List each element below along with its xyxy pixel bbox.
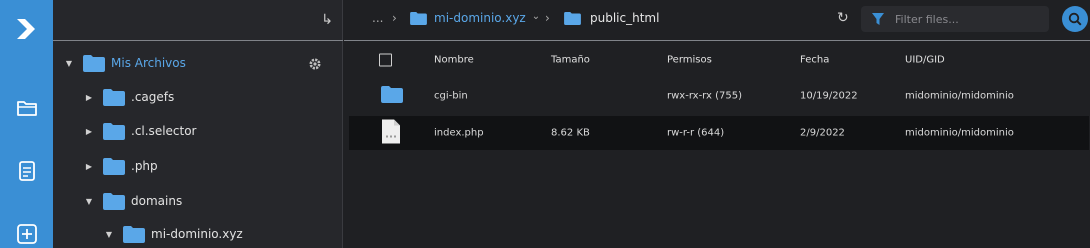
tree-node-php[interactable]: ▶ .php: [83, 153, 158, 179]
search-button[interactable]: [1062, 6, 1088, 32]
folder-icon: [103, 192, 125, 210]
folder-icon: [381, 86, 403, 106]
tree-node-cl-selector[interactable]: ▶ .cl.selector: [83, 118, 197, 144]
caret-right-icon[interactable]: ▶: [83, 93, 95, 102]
search-icon: [1068, 12, 1082, 26]
tree-node-cagefs[interactable]: ▶ .cagefs: [83, 84, 174, 110]
caret-down-icon[interactable]: ▼: [103, 230, 115, 239]
gear-icon[interactable]: [308, 56, 322, 75]
folder-icon: [410, 11, 427, 25]
table-header: Nombre Tamaño Permisos Fecha UID/GID: [349, 44, 1089, 76]
file-icon: [381, 119, 401, 148]
folder-icon: [564, 11, 581, 25]
caret-right-icon[interactable]: ▶: [83, 162, 95, 171]
tree-node-label: Mis Archivos: [111, 56, 186, 70]
tree-toolbar: ↳: [53, 0, 343, 41]
breadcrumb-domain[interactable]: mi-dominio.xyz ⌄: [410, 11, 540, 25]
file-date: 2/9/2022: [800, 127, 845, 139]
tree-node-label: .cl.selector: [131, 124, 197, 138]
chevron-down-icon[interactable]: ⌄: [532, 11, 540, 22]
column-uid-gid[interactable]: UID/GID: [905, 55, 945, 66]
tree-node-mi-dominio[interactable]: ▼ mi-dominio.xyz: [103, 221, 243, 247]
tree-node-label: .php: [131, 159, 158, 173]
breadcrumb: ... › mi-dominio.xyz ⌄ › public_html ↻: [344, 0, 1090, 41]
caret-down-icon[interactable]: ▼: [83, 197, 95, 206]
tree-node-root[interactable]: ▼ Mis Archivos: [63, 50, 186, 76]
app-rail: [0, 0, 53, 248]
folder-icon: [83, 54, 105, 72]
caret-right-icon[interactable]: ▶: [83, 127, 95, 136]
go-up-icon[interactable]: ↳: [321, 12, 333, 28]
folder-icon[interactable]: [0, 98, 53, 118]
folder-icon: [103, 88, 125, 106]
file-name: cgi-bin: [434, 90, 468, 102]
breadcrumb-current-label: public_html: [590, 11, 660, 25]
folder-icon: [123, 225, 145, 243]
file-owner: midominio/midominio: [905, 90, 1014, 102]
folder-tree-panel: ↳ ▼ Mis Archivos ▶ .cagefs ▶ .cl.selecto…: [53, 0, 343, 248]
folder-icon: [103, 157, 125, 175]
tree-node-label: .cagefs: [131, 90, 175, 104]
chevron-right-icon: ›: [545, 11, 550, 25]
table-row[interactable]: cgi-bin rwx-rx-rx (755) 10/19/2022 midom…: [349, 79, 1089, 113]
column-size[interactable]: Tamaño: [551, 55, 590, 66]
filter-icon[interactable]: [871, 12, 885, 26]
refresh-icon[interactable]: ↻: [837, 10, 849, 26]
file-permissions: rwx-rx-rx (755): [667, 90, 743, 102]
tree-node-label: mi-dominio.xyz: [151, 227, 243, 241]
column-name[interactable]: Nombre: [434, 55, 474, 66]
breadcrumb-ellipsis[interactable]: ...: [372, 11, 383, 25]
logo-icon[interactable]: [0, 16, 53, 42]
file-date: 10/19/2022: [800, 90, 858, 102]
column-permissions[interactable]: Permisos: [667, 55, 712, 66]
breadcrumb-current: public_html: [564, 11, 659, 25]
folder-icon: [103, 122, 125, 140]
filter-input[interactable]: [895, 12, 1035, 26]
breadcrumb-domain-label: mi-dominio.xyz: [434, 11, 526, 25]
file-size: 8.62 KB: [551, 127, 590, 139]
tree-node-label: domains: [131, 194, 183, 208]
chevron-right-icon: ›: [392, 11, 397, 25]
tree-node-domains[interactable]: ▼ domains: [83, 188, 182, 214]
file-name: index.php: [434, 127, 484, 139]
column-date[interactable]: Fecha: [800, 55, 829, 66]
caret-down-icon[interactable]: ▼: [63, 59, 75, 68]
add-icon[interactable]: [0, 223, 53, 245]
file-permissions: rw-r-r (644): [667, 127, 725, 139]
filter-box: [861, 6, 1049, 32]
file-owner: midominio/midominio: [905, 127, 1014, 139]
select-all-checkbox[interactable]: [379, 53, 392, 67]
file-text-icon[interactable]: [0, 160, 53, 182]
table-row[interactable]: index.php 8.62 KB rw-r-r (644) 2/9/2022 …: [349, 116, 1089, 150]
file-list-panel: ... › mi-dominio.xyz ⌄ › public_html ↻ F…: [344, 0, 1090, 248]
